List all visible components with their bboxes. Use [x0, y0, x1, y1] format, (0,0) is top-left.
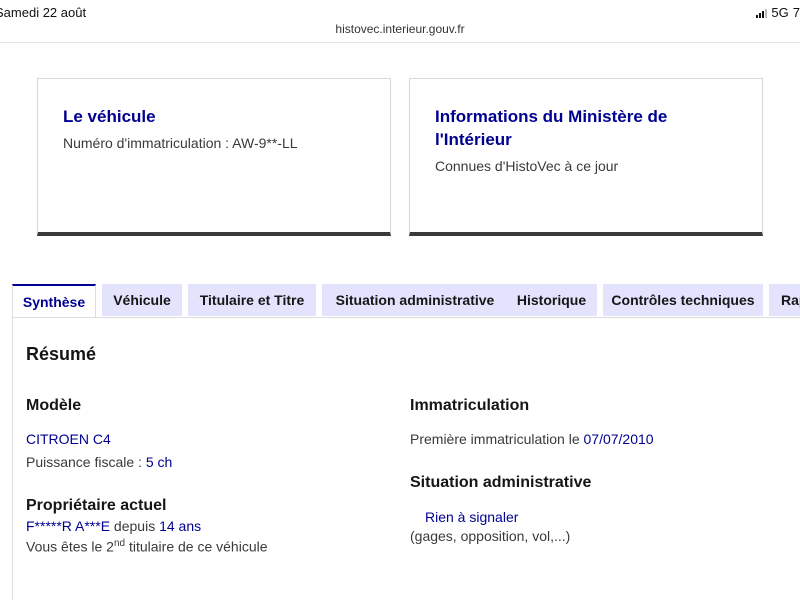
divider: [0, 42, 800, 43]
model-value: CITROEN C4: [26, 431, 111, 447]
owner-heading: Propriétaire actuel: [26, 497, 167, 514]
admin-status-note: (gages, opposition, vol,...): [410, 528, 571, 544]
tab-rapport[interactable]: Rap: [769, 284, 800, 316]
owner-rank-number: 2: [106, 538, 114, 555]
tab-historique[interactable]: Historique: [506, 284, 597, 316]
plate-number-text: Numéro d'immatriculation : AW-9**-LL: [63, 135, 298, 151]
admin-status-heading: Situation administrative: [410, 474, 592, 491]
vehicle-card: Le véhicule Numéro d'immatriculation : A…: [37, 78, 391, 236]
ministry-card-subtitle: Connues d'HistoVec à ce jour: [435, 158, 619, 174]
status-indicators: 5G 7: [756, 5, 800, 20]
owner-name: F*****R A***E: [26, 518, 111, 534]
tab-situation-administrative[interactable]: Situation administrative: [322, 284, 508, 316]
url-bar[interactable]: histovec.interieur.gouv.fr: [0, 22, 800, 36]
owner-line: F*****R A***E depuis 14 ans: [26, 518, 201, 534]
registration-heading: Immatriculation: [410, 397, 530, 414]
owner-since-label: depuis: [110, 518, 160, 534]
owner-rank-rest: titulaire de ce véhicule: [125, 538, 268, 555]
owner-rank: Vous êtes le 2nd titulaire de ce véhicul…: [26, 538, 268, 555]
battery-label: 7: [792, 5, 800, 20]
owner-rank-prefix: Vous êtes le: [26, 538, 107, 555]
first-registration-label: Première immatriculation le: [410, 431, 584, 447]
owner-since-value: 14 ans: [159, 518, 202, 534]
fiscal-power-label: Puissance fiscale :: [26, 454, 146, 470]
tab-vehicule[interactable]: Véhicule: [102, 284, 182, 316]
tab-synthese[interactable]: Synthèse: [12, 284, 96, 318]
ministry-card-title: Informations du Ministère de l'Intérieur: [435, 107, 668, 149]
summary-title: Résumé: [26, 344, 97, 364]
model-heading: Modèle: [26, 397, 82, 414]
network-label: 5G: [771, 5, 789, 20]
status-bar: Samedi 22 août 5G 7: [0, 0, 800, 24]
tab-titulaire-titre[interactable]: Titulaire et Titre: [188, 284, 316, 316]
tab-controles-techniques[interactable]: Contrôles techniques: [603, 284, 763, 316]
ministry-card: Informations du Ministère de l'Intérieur…: [409, 78, 763, 236]
first-registration: Première immatriculation le 07/07/2010: [410, 431, 654, 447]
tab-bar: Synthèse Véhicule Titulaire et Titre Sit…: [12, 284, 800, 318]
signal-icon: [756, 8, 768, 18]
first-registration-date: 07/07/2010: [583, 431, 654, 447]
fiscal-power: Puissance fiscale : 5 ch: [26, 454, 172, 470]
status-date: Samedi 22 août: [0, 5, 87, 20]
admin-status-value: Rien à signaler: [425, 509, 519, 525]
vehicle-card-title: Le véhicule: [63, 107, 156, 126]
owner-rank-suffix: nd: [113, 538, 126, 549]
fiscal-power-value: 5 ch: [145, 454, 173, 470]
